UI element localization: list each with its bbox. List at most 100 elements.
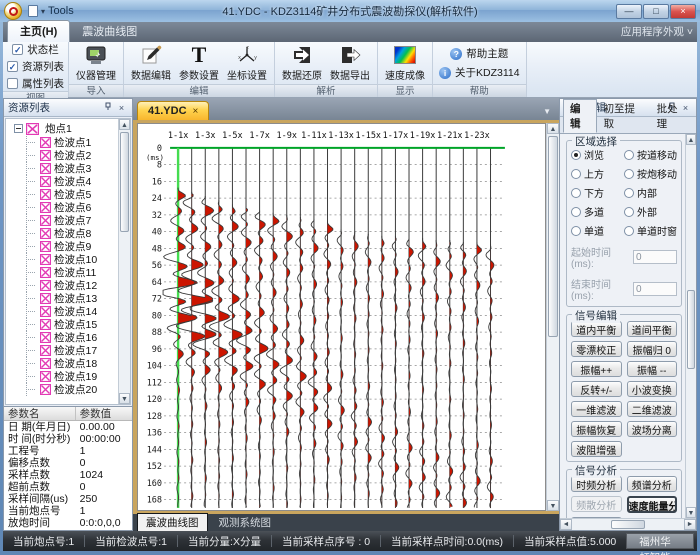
document-tab-bar: 41.YDC × ▼ bbox=[133, 98, 559, 120]
close-button[interactable]: × bbox=[670, 4, 696, 19]
button-振幅++[interactable]: 振幅++ bbox=[571, 361, 622, 377]
pin-icon[interactable] bbox=[102, 102, 115, 113]
button-时频分析[interactable]: 时频分析 bbox=[571, 476, 622, 492]
param-name: 放炮时间 bbox=[4, 517, 76, 529]
ribbon-tab-home[interactable]: 主页(H) bbox=[7, 20, 70, 42]
collapse-icon[interactable] bbox=[14, 124, 23, 133]
button-波场分离[interactable]: 波场分离 bbox=[627, 421, 678, 437]
svg-text:104: 104 bbox=[147, 361, 162, 371]
ribbon-tab-wave-curve[interactable]: 震波曲线图 bbox=[70, 21, 149, 42]
radio-icon bbox=[571, 226, 581, 236]
table-row[interactable]: 当前炮点号1 bbox=[4, 505, 132, 517]
tree-scrollbar[interactable]: ▲ ▼ bbox=[118, 119, 130, 404]
close-panel-icon[interactable]: × bbox=[115, 103, 128, 113]
radio-按道移动[interactable]: 按道移动 bbox=[624, 147, 677, 162]
table-row[interactable]: 采样间隔(us)250 bbox=[4, 493, 132, 505]
button-道内平衡[interactable]: 道内平衡 bbox=[571, 321, 622, 337]
button-极化分析[interactable]: 极化分析 bbox=[571, 517, 622, 518]
scroll-down-icon[interactable]: ▼ bbox=[547, 500, 559, 511]
end-time-input[interactable] bbox=[633, 282, 677, 296]
seismic-wiggle-chart[interactable]: 0816243240485664728088961041121201281361… bbox=[138, 124, 545, 510]
table-row[interactable]: 日 期(年月日)0.00.00 bbox=[4, 421, 132, 433]
table-row[interactable]: 放炮时间0:0:0,0,0 bbox=[4, 517, 132, 529]
radio-单道[interactable]: 单道 bbox=[571, 223, 624, 238]
tab-first-arrival[interactable]: 初至提取 bbox=[597, 99, 650, 133]
button-反转+/-[interactable]: 反转+/- bbox=[571, 381, 622, 397]
table-row[interactable]: 采样点数1024 bbox=[4, 469, 132, 481]
view-tab-bar: 震波曲线图 观测系统图 bbox=[133, 514, 559, 531]
button-波阻增强[interactable]: 波阻增强 bbox=[571, 441, 622, 457]
button-频散分析[interactable]: 频散分析 bbox=[571, 496, 622, 512]
radio-label: 下方 bbox=[584, 185, 604, 200]
about-button[interactable]: i 关于KDZ3114 bbox=[439, 65, 520, 80]
minimize-button[interactable]: — bbox=[616, 4, 642, 19]
data-edit-button[interactable]: 数据编辑 bbox=[128, 43, 174, 83]
radio-下方[interactable]: 下方 bbox=[571, 185, 624, 200]
button-速度能量分析[interactable]: 速度能量分析 bbox=[627, 496, 678, 513]
tree-item[interactable]: 检波点20 bbox=[6, 383, 118, 396]
button-一维滤波[interactable]: 一维滤波 bbox=[571, 401, 622, 417]
scroll-up-icon[interactable]: ▲ bbox=[119, 119, 130, 130]
data-restore-button[interactable]: 数据还原 bbox=[279, 43, 325, 83]
scroll-down-icon[interactable]: ▼ bbox=[686, 507, 696, 518]
button-小波变换[interactable]: 小波变换 bbox=[627, 381, 678, 397]
geophone-icon bbox=[40, 228, 51, 239]
svg-text:1-7x: 1-7x bbox=[249, 130, 269, 140]
view-checkbox-资源列表[interactable]: ✓资源列表 bbox=[7, 59, 64, 74]
svg-text:96: 96 bbox=[152, 344, 162, 354]
panel-h-scrollbar[interactable]: ◄ ► bbox=[560, 518, 696, 530]
instrument-manage-button[interactable]: 仪器管理 bbox=[73, 43, 119, 83]
svg-text:32: 32 bbox=[152, 210, 162, 220]
scroll-down-icon[interactable]: ▼ bbox=[119, 393, 130, 404]
panel-scrollbar[interactable]: ▲ ▼ bbox=[685, 134, 696, 518]
radio-多道[interactable]: 多道 bbox=[571, 204, 624, 219]
radio-单道时窗[interactable]: 单道时窗 bbox=[624, 223, 677, 238]
radio-icon bbox=[624, 169, 634, 179]
scroll-up-icon[interactable]: ▲ bbox=[686, 134, 696, 145]
start-time-input[interactable] bbox=[633, 250, 677, 264]
radio-按炮移动[interactable]: 按炮移动 bbox=[624, 166, 677, 181]
scroll-left-icon[interactable]: ◄ bbox=[560, 519, 572, 530]
param-value: 1 bbox=[76, 505, 90, 517]
chart-scrollbar[interactable]: ▲ ▼ bbox=[546, 123, 559, 511]
radio-icon bbox=[571, 150, 581, 160]
radio-label: 外部 bbox=[637, 204, 657, 219]
radio-外部[interactable]: 外部 bbox=[624, 204, 677, 219]
coord-settings-button[interactable]: zxy 坐标设置 bbox=[224, 43, 270, 83]
svg-text:1-17x: 1-17x bbox=[383, 130, 409, 140]
param-value: 0.00.00 bbox=[76, 421, 119, 433]
data-export-button[interactable]: 数据导出 bbox=[327, 43, 373, 83]
tab-observation-system-view[interactable]: 观测系统图 bbox=[211, 514, 280, 531]
button-道间平衡[interactable]: 道间平衡 bbox=[627, 321, 678, 337]
tab-close-icon[interactable]: × bbox=[193, 106, 199, 117]
table-row[interactable]: 超前点数0 bbox=[4, 481, 132, 493]
table-row[interactable]: 偏移点数0 bbox=[4, 457, 132, 469]
button-零漂校正[interactable]: 零漂校正 bbox=[571, 341, 622, 357]
instrument-icon bbox=[84, 44, 108, 66]
tree-root-shotpoint[interactable]: 炮点1 bbox=[6, 121, 118, 136]
table-row[interactable]: 工程号1 bbox=[4, 445, 132, 457]
button-振幅恢复[interactable]: 振幅恢复 bbox=[571, 421, 622, 437]
button-频谱分析[interactable]: 频谱分析 bbox=[627, 476, 678, 492]
appearance-menu[interactable]: 应用程序外观 ˅ bbox=[621, 24, 693, 42]
help-topic-button[interactable]: ? 帮助主题 bbox=[450, 46, 508, 61]
maximize-button[interactable]: □ bbox=[643, 4, 669, 19]
scroll-right-icon[interactable]: ► bbox=[684, 519, 696, 530]
param-settings-button[interactable]: T 参数设置 bbox=[176, 43, 222, 83]
tab-edit[interactable]: 编辑 bbox=[563, 99, 597, 133]
view-checkbox-状态栏[interactable]: ✓状态栏 bbox=[12, 42, 59, 57]
button-二维滤波[interactable]: 二维滤波 bbox=[627, 401, 678, 417]
document-tab[interactable]: 41.YDC × bbox=[137, 101, 209, 120]
velocity-imaging-button[interactable]: 速度成像 bbox=[382, 43, 428, 83]
tab-batch[interactable]: 批处理 bbox=[650, 99, 693, 133]
button-振幅归 0[interactable]: 振幅归 0 bbox=[627, 341, 678, 357]
radio-浏览[interactable]: 浏览 bbox=[571, 147, 624, 162]
radio-上方[interactable]: 上方 bbox=[571, 166, 624, 181]
radio-内部[interactable]: 内部 bbox=[624, 185, 677, 200]
scroll-up-icon[interactable]: ▲ bbox=[547, 123, 559, 134]
table-row[interactable]: 时 间(时分秒)00:00:00 bbox=[4, 433, 132, 445]
tab-wave-curve-view[interactable]: 震波曲线图 bbox=[137, 513, 208, 532]
button-振幅 --[interactable]: 振幅 -- bbox=[627, 361, 678, 377]
view-checkbox-属性列表[interactable]: 属性列表 bbox=[7, 76, 64, 91]
tab-overflow-icon[interactable]: ▼ bbox=[539, 107, 555, 120]
